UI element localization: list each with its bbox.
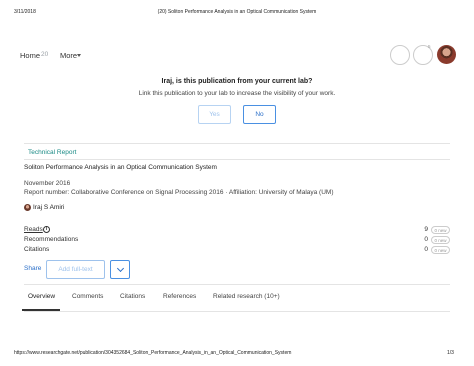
lab-prompt-subtitle: Link this publication to your lab to inc…	[138, 90, 336, 97]
nav-home-count: 20	[41, 51, 49, 58]
tab-related-research[interactable]: Related research (10+)	[213, 293, 280, 300]
yes-button[interactable]: Yes	[198, 105, 231, 124]
print-title: (20) Soliton Performance Analysis in an …	[157, 9, 317, 15]
stat-label-reads[interactable]: Reads	[24, 226, 43, 233]
stat-new-badge: 0 new	[431, 226, 450, 234]
no-button[interactable]: No	[243, 105, 276, 124]
stat-new-badge: 0 new	[431, 246, 450, 254]
divider	[24, 159, 450, 160]
share-button[interactable]: Share	[24, 265, 41, 272]
publication-date: November 2016	[24, 180, 71, 187]
lab-prompt-title: Iraj, is this publication from your curr…	[161, 78, 313, 85]
stat-new-badge: 0 new	[431, 236, 450, 244]
author-avatar[interactable]	[24, 204, 31, 211]
more-actions-dropdown[interactable]	[110, 260, 130, 279]
chevron-down-icon	[116, 264, 125, 273]
stat-value-citations: 0	[424, 246, 428, 253]
user-avatar[interactable]	[437, 45, 456, 64]
stat-label-citations: Citations	[24, 246, 50, 253]
print-url: https://www.researchgate.net/publication…	[14, 350, 292, 356]
caret-down-icon[interactable]	[77, 54, 81, 57]
stat-value-reads: 9	[424, 226, 428, 233]
stat-label-recommendations: Recommendations	[24, 236, 79, 243]
publication-title: Soliton Performance Analysis in an Optic…	[24, 164, 217, 171]
tab-comments[interactable]: Comments	[72, 293, 103, 300]
info-icon[interactable]: i	[43, 226, 50, 233]
stat-value-recommendations: 0	[424, 236, 428, 243]
search-button[interactable]	[390, 45, 410, 65]
tab-references[interactable]: References	[163, 293, 196, 300]
print-page-number: 1/3	[447, 350, 454, 356]
divider	[24, 284, 450, 285]
divider	[24, 143, 450, 144]
publication-report-details: Report number: Collaborative Conference …	[24, 189, 334, 196]
notification-badge: 5	[428, 44, 431, 49]
tab-overview[interactable]: Overview	[28, 293, 55, 300]
author-link[interactable]: Iraj S Amiri	[33, 204, 64, 211]
divider	[24, 311, 450, 312]
publication-type[interactable]: Technical Report	[28, 149, 76, 156]
nav-more-menu[interactable]: More	[60, 51, 77, 60]
add-fulltext-button[interactable]: Add full-text	[46, 260, 105, 279]
nav-home-link[interactable]: Home	[20, 51, 40, 60]
tab-citations[interactable]: Citations	[120, 293, 145, 300]
